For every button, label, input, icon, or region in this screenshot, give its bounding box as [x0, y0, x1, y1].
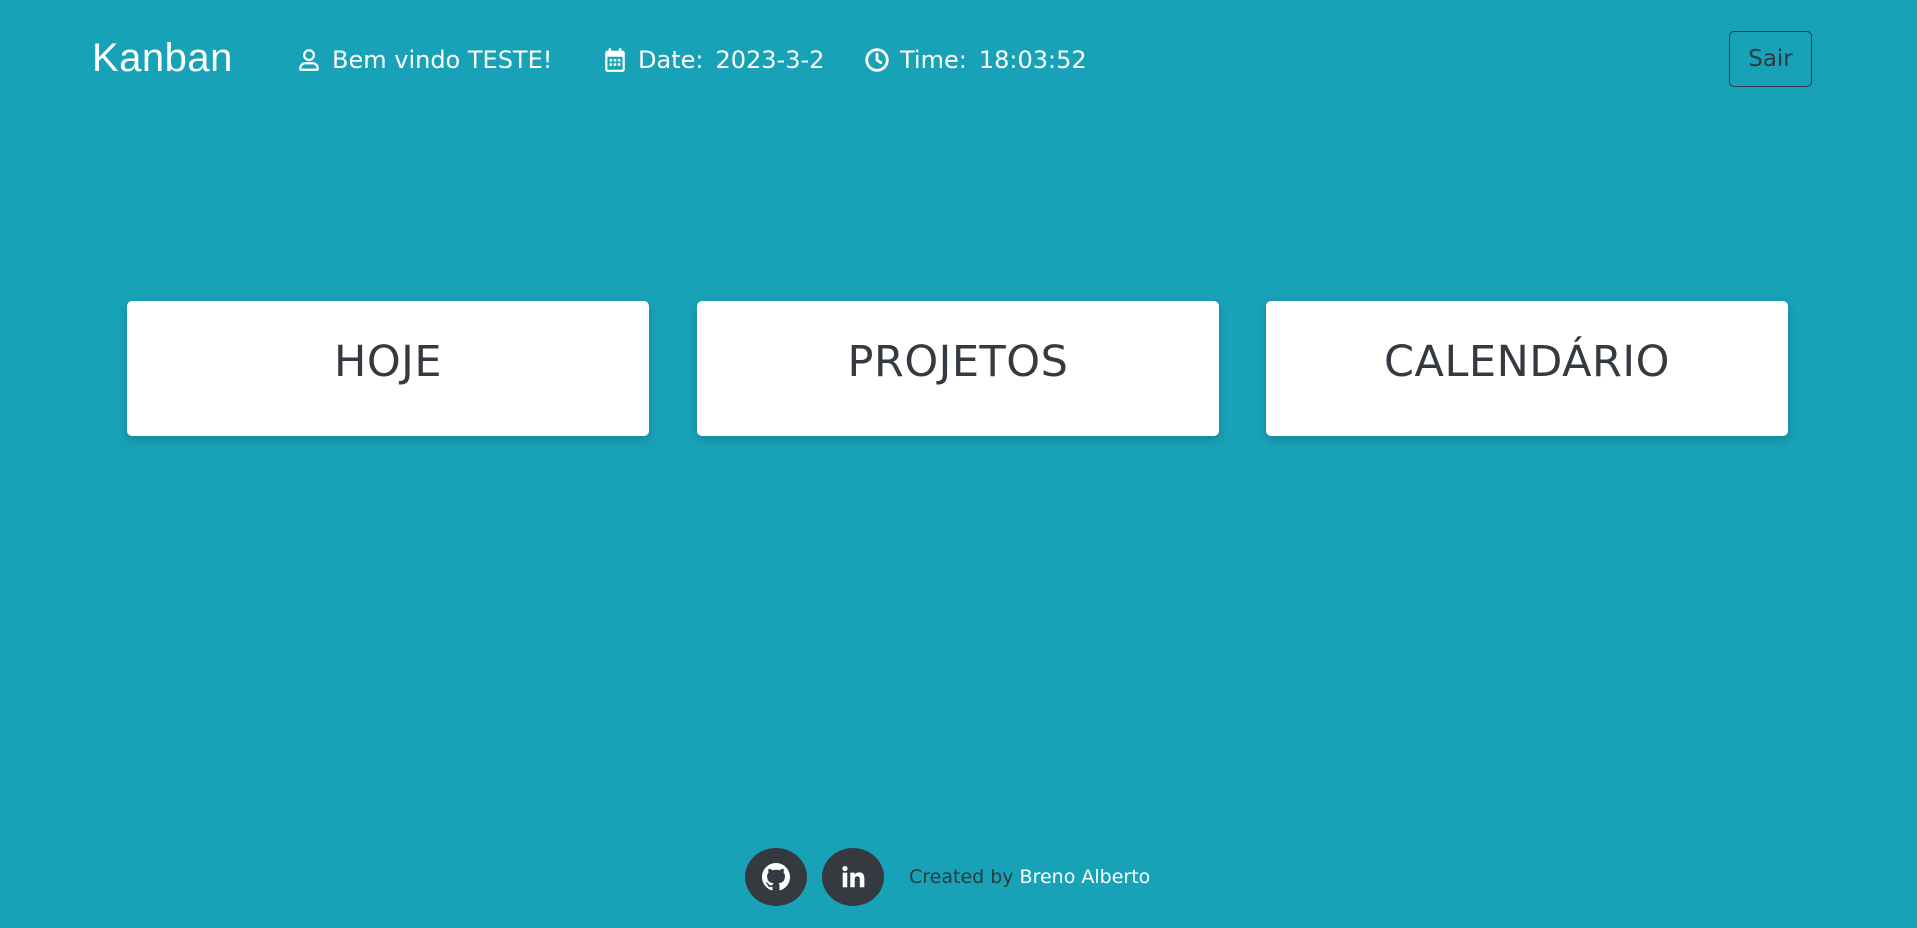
time-label: Time:: [900, 46, 967, 74]
card-projetos[interactable]: PROJETOS: [697, 301, 1219, 436]
time-display: Time: 18:03:52: [864, 40, 1087, 80]
card-calendario[interactable]: CALENDÁRIO: [1266, 301, 1788, 436]
card-hoje[interactable]: HOJE: [127, 301, 649, 436]
header: Kanban Bem vindo TESTE! Date: 2023-3-2 T…: [0, 0, 1917, 120]
date-display: Date: 2023-3-2: [602, 40, 824, 80]
card-label: HOJE: [333, 337, 443, 387]
welcome-text: Bem vindo TESTE!: [332, 46, 553, 74]
date-label: Date:: [638, 46, 704, 74]
footer: Created by Breno Alberto: [745, 848, 1150, 906]
welcome-message: Bem vindo TESTE!: [296, 40, 552, 80]
calendar-icon: [605, 48, 625, 72]
user-icon: [299, 49, 319, 71]
github-icon: [762, 863, 790, 891]
time-value: 18:03:52: [978, 46, 1087, 74]
linkedin-icon: [842, 865, 865, 888]
card-label: PROJETOS: [847, 337, 1069, 387]
author-link[interactable]: Breno Alberto: [1020, 866, 1151, 888]
date-value: 2023-3-2: [715, 46, 825, 74]
logout-button[interactable]: Sair: [1729, 31, 1812, 87]
linkedin-button[interactable]: [822, 848, 884, 906]
clock-icon: [865, 48, 889, 72]
credit-prefix: Created by: [909, 866, 1014, 888]
github-button[interactable]: [745, 848, 807, 906]
brand-logo[interactable]: Kanban: [92, 34, 233, 82]
card-label: CALENDÁRIO: [1384, 337, 1670, 387]
credit-text: Created by Breno Alberto: [909, 866, 1150, 888]
